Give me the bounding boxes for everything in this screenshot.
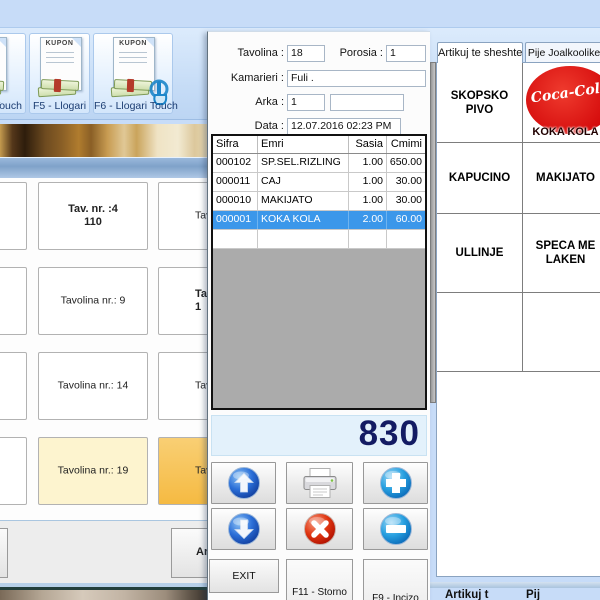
- move-up-button[interactable]: [211, 462, 276, 504]
- cancel-button[interactable]: [286, 508, 353, 550]
- f9-incizo-button[interactable]: F9 - Incizo: [363, 559, 428, 600]
- table-button-tav-14[interactable]: Tavolina nr.: 14: [38, 352, 148, 420]
- tab-pije-joalkoolike[interactable]: Pije Joalkoolike: [525, 42, 600, 62]
- product-button-skopsko-pivo[interactable]: SKOPSKO PIVO: [437, 63, 523, 143]
- kamarieri-label: Kamarieri :: [214, 72, 284, 84]
- tavolina-label: Tavolina :: [214, 47, 284, 59]
- product-button-empty[interactable]: [523, 293, 600, 372]
- cancel-icon: [303, 512, 337, 546]
- ribbon-button-label: F6 - Llogari Touch: [94, 100, 172, 112]
- divider-strip: [430, 582, 600, 588]
- tavolina-field[interactable]: 18: [287, 45, 325, 62]
- bottom-tab-partial-artikuj[interactable]: Artikuj t: [445, 589, 488, 600]
- table-button-partial[interactable]: [0, 352, 27, 420]
- total-value: 830: [359, 414, 420, 454]
- ribbon-button-f5-llogari[interactable]: KUPON F5 - Llogari: [29, 33, 90, 114]
- up-arrow-icon: [227, 466, 261, 500]
- pos-app-window: KUPON Touch KUPON F5 - Llogari KUPON: [0, 0, 600, 600]
- product-button-ullinje[interactable]: ULLINJE: [437, 214, 523, 293]
- tables-grid: Tav. nr. :4 110 Tavol Tavolina nr.: 9 Ta…: [0, 178, 207, 520]
- arka-field[interactable]: 1: [287, 94, 325, 111]
- divider-strip: [0, 157, 207, 179]
- table-button-tav-4[interactable]: Tav. nr. :4 110: [38, 182, 148, 250]
- table-button-tav-19[interactable]: Tavolina nr.: 19: [38, 437, 148, 505]
- product-button-kapucino[interactable]: KAPUCINO: [437, 143, 523, 214]
- down-arrow-icon: [227, 512, 261, 546]
- column-header[interactable]: Sasia: [349, 136, 387, 153]
- arka-label: Arka :: [214, 96, 284, 108]
- move-down-button[interactable]: [211, 508, 276, 550]
- minus-icon: [379, 512, 413, 546]
- toolbar-button-partial-left[interactable]: [0, 528, 8, 578]
- order-table: Sifra Emri Sasia Cmimi 000102 SP.SEL.RIZ…: [211, 134, 427, 410]
- product-button-koka-kola[interactable]: Coca-Cola KOKA KOLA: [523, 63, 600, 143]
- table-button-tav-9[interactable]: Tavolina nr.: 9: [38, 267, 148, 335]
- bottom-tab-partial-pije[interactable]: Pij: [526, 589, 540, 600]
- decrease-quantity-button[interactable]: [363, 508, 428, 550]
- table-row-selected[interactable]: 000001 KOKA KOLA 2.00 60.00: [213, 211, 425, 230]
- coca-cola-logo: Coca-Cola: [526, 66, 600, 134]
- articles-panel: Artikuj te sheshte Pije Joalkoolike SKOP…: [436, 42, 600, 600]
- ribbon-button-f6-llogari-touch[interactable]: KUPON F6 - Llogari Touch: [93, 33, 173, 114]
- product-button-makijato[interactable]: MAKIJATO: [523, 143, 600, 214]
- plus-icon: [379, 466, 413, 500]
- arka-field-2[interactable]: [330, 94, 404, 111]
- f11-storno-button[interactable]: F11 - Storno: [286, 559, 353, 600]
- ribbon-button-partial-touch[interactable]: KUPON Touch: [0, 33, 26, 114]
- data-label: Data :: [214, 120, 284, 132]
- column-header[interactable]: Emri: [258, 136, 349, 153]
- table-button-partial[interactable]: [0, 267, 27, 335]
- data-field[interactable]: 12.07.2016 02:23 PM: [287, 118, 401, 135]
- product-button-empty[interactable]: [437, 293, 523, 372]
- table-button-partial[interactable]: [0, 437, 27, 505]
- product-button-speca-me-laken[interactable]: SPECA ME LAKEN: [523, 214, 600, 293]
- table-row[interactable]: 000011 CAJ 1.00 30.00: [213, 173, 425, 192]
- ribbon-button-label: F5 - Llogari: [30, 100, 89, 112]
- order-table-header: Sifra Emri Sasia Cmimi: [213, 136, 425, 154]
- tab-artikuj-te-sheshte[interactable]: Artikuj te sheshte: [437, 42, 523, 63]
- kamarieri-field[interactable]: Fuli .: [287, 70, 426, 87]
- order-panel: Tavolina : 18 Porosia : 1 Kamarieri : Fu…: [207, 31, 430, 600]
- background-photo-strip: [0, 590, 207, 600]
- banner-image: [0, 124, 207, 157]
- bottom-toolbar: Ar: [0, 520, 207, 584]
- exit-button[interactable]: EXIT: [209, 559, 279, 593]
- table-row[interactable]: 000010 MAKIJATO 1.00 30.00: [213, 192, 425, 211]
- print-button[interactable]: [286, 462, 353, 504]
- increase-quantity-button[interactable]: [363, 462, 428, 504]
- table-row[interactable]: 000102 SP.SEL.RIZLING 1.00 650.00: [213, 154, 425, 173]
- table-button-partial[interactable]: [0, 182, 27, 250]
- articles-grid: SKOPSKO PIVO Coca-Cola KOKA KOLA KAPUCIN…: [436, 62, 600, 577]
- total-box: 830: [211, 415, 427, 456]
- printer-icon: [300, 467, 340, 500]
- porosia-label: Porosia :: [333, 47, 383, 59]
- porosia-field[interactable]: 1: [386, 45, 426, 62]
- table-row-empty[interactable]: [213, 230, 425, 249]
- ribbon-button-label: Touch: [0, 100, 25, 112]
- column-header[interactable]: Cmimi: [387, 136, 425, 153]
- receipt-money-icon: KUPON: [0, 37, 8, 95]
- column-header[interactable]: Sifra: [213, 136, 258, 153]
- receipt-money-icon: KUPON: [37, 37, 83, 95]
